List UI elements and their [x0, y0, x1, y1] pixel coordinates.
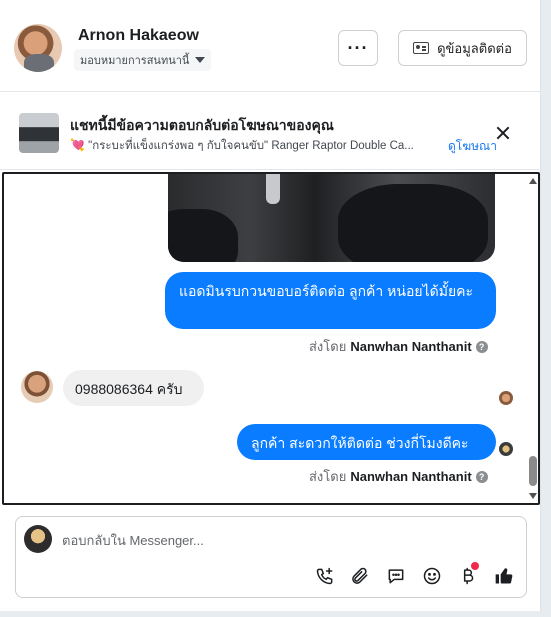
contact-card-icon [413, 42, 430, 54]
call-icon[interactable] [314, 565, 336, 587]
sent-by-label: ส่งโดย Nanwhan Nanthanit ? [309, 466, 488, 487]
message-thread[interactable]: แอดมินรบกวนขอบอร์ติดต่อ ลูกค้า หน่อยได้ม… [2, 172, 540, 505]
ad-subtitle-text: "กระบะที่แข็งแกร่งพอ ๆ กับใจคนขับ" Range… [88, 140, 414, 152]
outgoing-message[interactable]: ลูกค้า สะดวกให้ติดต่อ ช่วงกี่โมงดีคะ [237, 424, 496, 460]
view-contact-label: ดูข้อมูลติดต่อ [437, 40, 512, 56]
outgoing-message[interactable]: แอดมินรบกวนขอบอร์ติดต่อ ลูกค้า หน่อยได้ม… [165, 272, 496, 329]
gear-shifter [266, 174, 280, 204]
car-interior-image[interactable] [168, 174, 495, 262]
scroll-thumb[interactable] [529, 456, 537, 486]
close-icon[interactable] [494, 124, 512, 142]
ad-reply-banner: แชทนี้มีข้อความตอบกลับต่อโฆษณาของคุณ 💘 "… [0, 92, 541, 170]
background-strip-bottom [0, 611, 551, 617]
sent-by-prefix: ส่งโดย [309, 339, 347, 354]
help-icon[interactable]: ? [475, 340, 488, 353]
seat-shape [168, 209, 238, 262]
sender-name: Nanwhan Nanthanit [350, 339, 472, 354]
thumbs-up-icon[interactable] [493, 565, 515, 587]
ad-banner-subtitle: 💘 "กระบะที่แข็งแกร่งพอ ๆ กับใจคนขับ" Ran… [70, 137, 440, 155]
seen-avatar [499, 391, 513, 405]
scroll-down-arrow-icon[interactable] [529, 493, 537, 499]
agent-avatar [24, 525, 52, 553]
incoming-message[interactable]: 0988086364 ครับ [63, 370, 204, 406]
sent-by-label: ส่งโดย Nanwhan Nanthanit ? [309, 336, 488, 357]
seen-avatar [499, 442, 513, 456]
caret-down-icon [195, 57, 206, 63]
seat-shape [338, 184, 488, 262]
notification-dot [471, 562, 479, 570]
reply-composer [15, 516, 527, 598]
reply-input[interactable] [62, 529, 502, 551]
scroll-up-arrow-icon[interactable] [529, 178, 537, 184]
heart-icon: 💘 [70, 138, 85, 152]
more-icon: ··· [347, 37, 369, 58]
view-contact-button[interactable]: ดูข้อมูลติดต่อ [398, 30, 527, 66]
help-icon[interactable]: ? [475, 470, 488, 483]
payment-baht-icon[interactable] [457, 562, 479, 587]
emoji-icon[interactable] [421, 565, 443, 587]
saved-reply-icon[interactable] [385, 565, 407, 587]
avatar[interactable] [14, 24, 62, 72]
more-options-button[interactable]: ··· [338, 30, 378, 66]
ad-banner-title: แชทนี้มีข้อความตอบกลับต่อโฆษณาของคุณ [70, 117, 334, 133]
assign-label: มอบหมายการสนทนานี้ [80, 55, 190, 67]
contact-name: Arnon Hakaeow [78, 27, 199, 44]
incoming-avatar[interactable] [21, 371, 53, 403]
background-strip-right [541, 0, 551, 617]
sender-name: Nanwhan Nanthanit [350, 469, 472, 484]
conversation-panel: Arnon Hakaeow มอบหมายการสนทนานี้ ··· ดูข… [0, 0, 541, 611]
sent-by-prefix: ส่งโดย [309, 469, 347, 484]
conversation-header: Arnon Hakaeow มอบหมายการสนทนานี้ ··· ดูข… [0, 0, 541, 92]
assign-conversation-dropdown[interactable]: มอบหมายการสนทนานี้ [74, 49, 212, 71]
ad-thumbnail [19, 113, 59, 153]
view-ad-link[interactable]: ดูโฆษณา [448, 137, 497, 156]
attachment-icon[interactable] [349, 565, 371, 587]
scrollbar[interactable] [528, 174, 538, 503]
